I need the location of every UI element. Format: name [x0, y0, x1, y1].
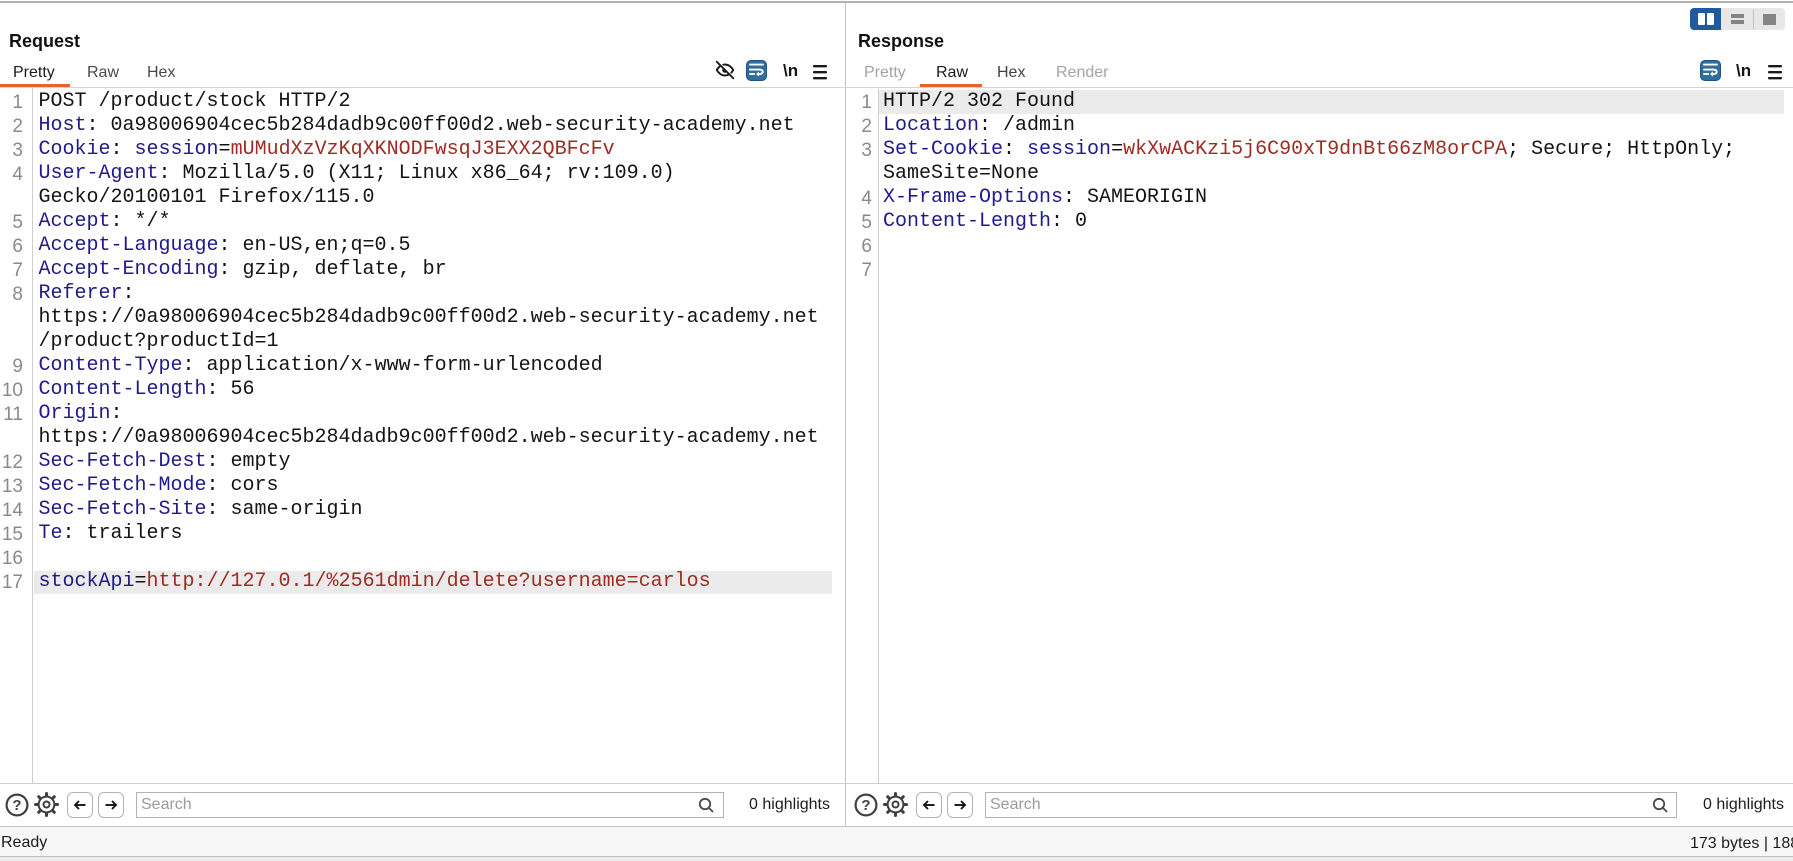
svg-text:?: ? — [861, 797, 870, 814]
svg-text:\n: \n — [1736, 61, 1751, 80]
svg-text:\n: \n — [783, 61, 798, 80]
svg-text:?: ? — [12, 797, 21, 814]
